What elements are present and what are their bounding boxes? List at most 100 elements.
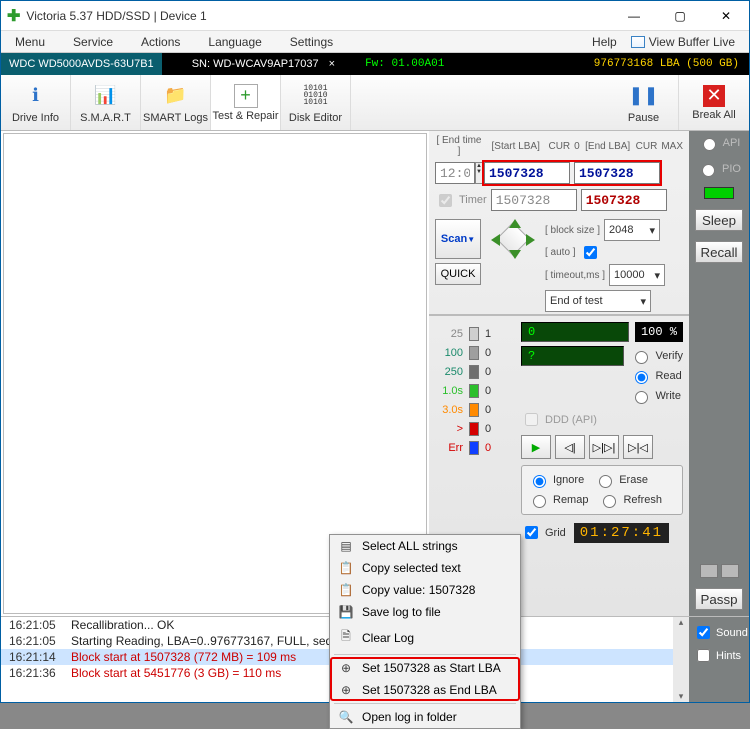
verify-radio[interactable]: Verify [630,348,683,364]
tab-smart[interactable]: 📊S.M.A.R.T [71,75,141,130]
scan-button[interactable]: Scan ▼ [435,219,481,259]
ctx-set-end-lba[interactable]: ⊕Set 1507328 as End LBA [330,679,520,701]
cur-start-input[interactable] [491,189,577,211]
ctx-save-log[interactable]: 💾Save log to file [330,601,520,623]
write-radio[interactable]: Write [630,388,683,404]
drive-info-bar: WDC WD5000AVDS-63U7B1 SN: WD-WCAV9AP1703… [1,53,749,75]
hdr-cur[interactable]: CUR [548,141,570,152]
sleep-button[interactable]: Sleep [695,209,743,231]
arrow-right-icon[interactable] [526,234,535,246]
hdr-zero[interactable]: 0 [574,141,580,152]
ignore-radio[interactable]: Ignore [528,472,584,488]
pause-icon: ❚❚ [630,82,658,110]
step-back-button[interactable]: ◁| [555,435,585,459]
stop-icon: ✕ [703,85,725,107]
pio-radio[interactable]: PIO [697,161,741,177]
menu-menu[interactable]: Menu [1,35,59,49]
binary-icon: 101010101010101 [302,82,330,110]
log-scrollbar[interactable]: ▴▾ [673,617,689,702]
drive-fw: Fw: 01.00A01 [365,58,444,70]
timeout-select[interactable]: 10000▾ [609,264,665,286]
menu-service[interactable]: Service [59,35,127,49]
legend-box-25 [469,327,479,341]
menubar: Menu Service Actions Language Settings H… [1,31,749,53]
legend-box-gt [469,422,479,436]
quick-button[interactable]: QUICK [435,263,481,285]
menu-settings[interactable]: Settings [276,35,347,49]
tab-smart-logs[interactable]: 📁SMART Logs [141,75,211,130]
remap-radio[interactable]: Remap [528,492,588,508]
menu-language[interactable]: Language [194,35,275,49]
legend-box-3s [469,403,479,417]
percent-display: 100 % [635,322,683,342]
seek-arrow-pad[interactable] [489,219,537,259]
grid-checkbox[interactable]: Grid [521,523,566,542]
start-lba-input[interactable] [484,162,570,184]
hdr-cur2[interactable]: CUR [636,141,658,152]
mini-box-1[interactable] [700,564,718,578]
legend-box-1s [469,384,479,398]
mini-box-2[interactable] [721,564,739,578]
menu-help[interactable]: Help [578,35,631,49]
tab-disk-editor[interactable]: 101010101010101Disk Editor [281,75,351,130]
timer-label: Timer [459,194,487,206]
save-icon: 💾 [338,605,354,619]
status-led [704,187,734,199]
tab-test-repair[interactable]: +Test & Repair [211,75,281,130]
hdr-max[interactable]: MAX [661,141,683,152]
break-all-button[interactable]: ✕Break All [679,75,749,130]
cur-end-input[interactable] [581,189,667,211]
blocksize-select[interactable]: 2048▾ [604,219,660,241]
hints-checkbox[interactable]: Hints [693,646,745,665]
end-lba-input[interactable] [574,162,660,184]
maximize-button[interactable]: ▢ [657,2,703,30]
passp-button[interactable]: Passp [695,588,743,610]
endtime-input[interactable] [435,162,475,184]
target-end-icon: ⊕ [338,683,354,697]
drive-model[interactable]: WDC WD5000AVDS-63U7B1 [1,53,162,75]
endoftest-select[interactable]: End of test▾ [545,290,651,312]
window-title: Victoria 5.37 HDD/SSD | Device 1 [26,9,611,23]
api-radio[interactable]: API [698,135,741,151]
ctx-copy-value[interactable]: 📋Copy value: 1507328 [330,579,520,601]
timer-checkbox[interactable] [439,194,452,207]
play-button[interactable]: ▶ [521,435,551,459]
target-start-icon: ⊕ [338,661,354,675]
skip-fwd-button[interactable]: ▷|▷| [589,435,619,459]
menu-actions[interactable]: Actions [127,35,194,49]
sound-checkbox[interactable]: Sound [693,623,745,642]
tab-drive-info[interactable]: ℹDrive Info [1,75,71,130]
recall-button[interactable]: Recall [695,241,743,263]
hdr-startlba: [Start LBA] [487,141,545,152]
ctx-set-start-lba[interactable]: ⊕Set 1507328 as Start LBA [330,657,520,679]
ddd-checkbox[interactable]: DDD (API) [521,410,683,429]
arrow-down-icon[interactable] [509,250,521,259]
skip-back-button[interactable]: ▷|◁ [623,435,653,459]
app-window: ✚ Victoria 5.37 HDD/SSD | Device 1 — ▢ ✕… [0,0,750,703]
pause-button[interactable]: ❚❚Pause [609,75,679,130]
ctx-clear-log[interactable]: 🗎Clear Log [330,623,520,652]
hdr-endtime: [ End time ] [435,135,483,157]
copy-value-icon: 📋 [338,583,354,597]
menu-view-buffer[interactable]: View Buffer Live [649,35,749,49]
log-side-panel: Sound Hints [689,617,749,702]
right-panel: API PIO Sleep Recall Passp [689,131,749,616]
close-button[interactable]: ✕ [703,2,749,30]
refresh-radio[interactable]: Refresh [598,492,662,508]
drive-close-icon[interactable]: × [329,58,335,70]
toolbar: ℹDrive Info 📊S.M.A.R.T 📁SMART Logs +Test… [1,75,749,131]
arrow-left-icon[interactable] [491,234,500,246]
legend-box-100 [469,346,479,360]
titlebar: ✚ Victoria 5.37 HDD/SSD | Device 1 — ▢ ✕ [1,1,749,31]
ctx-select-all[interactable]: ▤Select ALL strings [330,535,520,557]
read-radio[interactable]: Read [630,368,683,384]
minimize-button[interactable]: — [611,2,657,30]
auto-checkbox[interactable] [584,246,597,259]
buffer-icon [631,36,645,48]
arrow-up-icon[interactable] [509,219,521,228]
erase-radio[interactable]: Erase [594,472,648,488]
copy-icon: 📋 [338,561,354,575]
legend-box-err [469,441,479,455]
ctx-copy-selected[interactable]: 📋Copy selected text [330,557,520,579]
ctx-open-folder[interactable]: 🔍Open log in folder [330,706,520,728]
